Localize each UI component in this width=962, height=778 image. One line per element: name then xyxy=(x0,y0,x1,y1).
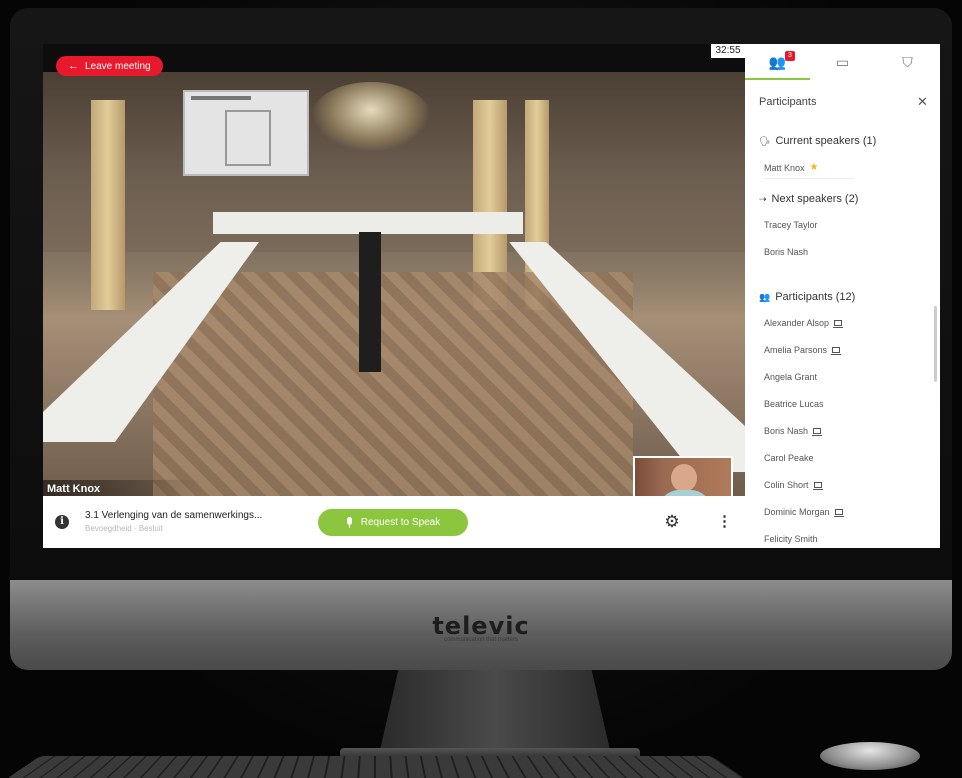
current-speaker-item[interactable]: Matt Knox ★ xyxy=(764,162,819,173)
current-speakers-heading: 🗣 Current speakers (1) xyxy=(759,135,877,147)
participant-item[interactable]: Dominic Morgan xyxy=(764,507,844,517)
main-video: Matt Knox xyxy=(43,72,745,496)
scene: televic communication that matters Matt … xyxy=(0,0,962,778)
tab-chat[interactable]: ▭ xyxy=(810,44,875,80)
panel-tabs: 👥 3 ▭ ⛉ xyxy=(745,44,940,80)
active-speaker-label: Matt Knox xyxy=(43,480,203,496)
bottom-toolbar: i 3.1 Verlenging van de samenwerkings...… xyxy=(43,496,745,548)
request-to-speak-button[interactable]: Request to Speak xyxy=(318,509,468,536)
tab-participants[interactable]: 👥 3 xyxy=(745,44,810,80)
queue-icon: ⇢ xyxy=(759,193,767,204)
agenda-title: 3.1 Verlenging van de samenwerkings... xyxy=(85,510,263,521)
app-screen: Matt Knox ← Leave meeting 32:55 i 3.1 Ve… xyxy=(43,44,940,548)
keyboard xyxy=(6,756,746,778)
mouse xyxy=(820,742,920,770)
star-icon: ★ xyxy=(809,162,819,173)
request-to-speak-label: Request to Speak xyxy=(360,517,441,528)
monitor-stand xyxy=(380,670,610,750)
speaker-icon: 🗣 xyxy=(759,135,771,146)
more-options-icon[interactable]: ⋮ xyxy=(717,513,732,531)
panel-scrollbar[interactable] xyxy=(934,306,937,382)
self-view-video[interactable] xyxy=(633,456,733,496)
brand-logo: televic xyxy=(432,612,530,640)
participant-item[interactable]: Felicity Smith xyxy=(764,534,818,544)
participant-item[interactable]: Amelia Parsons xyxy=(764,345,842,355)
tab-vote[interactable]: ⛉ xyxy=(875,44,940,80)
participants-badge: 3 xyxy=(785,51,795,61)
laptop-icon xyxy=(833,509,844,517)
meeting-timer: 32:55 xyxy=(711,44,745,58)
participant-item[interactable]: Boris Nash xyxy=(764,426,823,436)
leave-meeting-button[interactable]: ← Leave meeting xyxy=(56,56,163,76)
info-icon[interactable]: i xyxy=(55,515,69,529)
projection-screen xyxy=(183,90,309,176)
participants-icon: 👥 xyxy=(759,291,771,302)
brand-tagline: communication that matters xyxy=(444,637,518,643)
participant-item[interactable]: Carol Peake xyxy=(764,453,814,463)
participant-item[interactable]: Alexander Alsop xyxy=(764,318,844,328)
participant-item[interactable]: Colin Short xyxy=(764,480,823,490)
chandelier xyxy=(311,82,431,152)
laptop-icon xyxy=(812,428,823,436)
panel-title: Participants xyxy=(759,96,817,108)
next-speaker-item[interactable]: Tracey Taylor xyxy=(764,220,818,230)
agenda-subtitle: Bevoegdheid · Besluit xyxy=(85,524,163,533)
laptop-icon xyxy=(831,347,842,355)
microphone-icon xyxy=(346,517,353,528)
participants-icon: 👥 xyxy=(768,53,787,70)
participants-heading: 👥 Participants (12) xyxy=(759,291,856,303)
participant-item[interactable]: Angela Grant xyxy=(764,372,817,382)
leave-meeting-label: Leave meeting xyxy=(85,60,151,72)
laptop-icon xyxy=(812,482,823,490)
laptop-icon xyxy=(833,320,844,328)
speaker-lectern xyxy=(359,232,381,372)
gear-icon[interactable]: ⚙ xyxy=(663,513,681,531)
side-panel: 👥 3 ▭ ⛉ Participants ✕ 🗣 Current speaker… xyxy=(745,44,940,548)
vote-icon: ⛉ xyxy=(902,53,913,70)
participant-item[interactable]: Beatrice Lucas xyxy=(764,399,824,409)
chat-icon: ▭ xyxy=(835,53,850,70)
arrow-left-icon: ← xyxy=(68,60,79,72)
next-speakers-heading: ⇢ Next speakers (2) xyxy=(759,193,859,205)
next-speaker-item[interactable]: Boris Nash xyxy=(764,247,808,257)
close-icon[interactable]: ✕ xyxy=(917,94,928,110)
